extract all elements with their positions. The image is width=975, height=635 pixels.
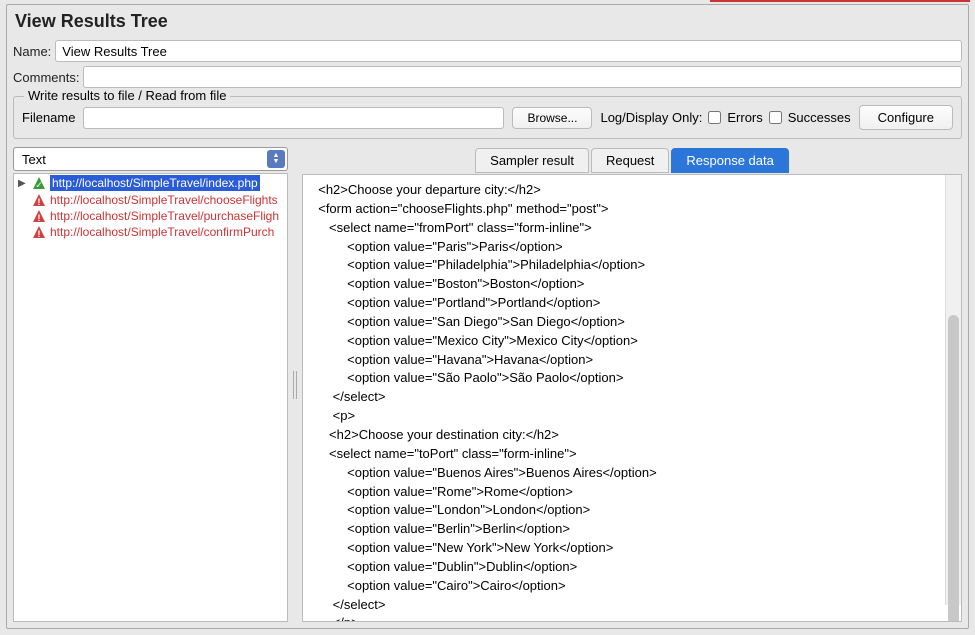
warning-icon: ! bbox=[32, 193, 46, 207]
errors-label: Errors bbox=[727, 110, 762, 125]
response-line: <option value="Dublin">Dublin</option> bbox=[311, 558, 953, 577]
response-line: <option value="Berlin">Berlin</option> bbox=[311, 520, 953, 539]
name-label: Name: bbox=[13, 44, 51, 59]
comments-row: Comments: bbox=[7, 64, 968, 90]
response-line: </select> bbox=[311, 388, 953, 407]
tree-item-label: http://localhost/SimpleTravel/index.php bbox=[50, 175, 260, 191]
combo-arrows-icon: ▲▼ bbox=[267, 150, 285, 168]
name-row: Name: bbox=[7, 38, 968, 64]
svg-text:!: ! bbox=[38, 197, 41, 207]
response-line: <option value="Buenos Aires">Buenos Aire… bbox=[311, 464, 953, 483]
split-area: Text ▲▼ ▶ ✓ http://localhost/SimpleTravel/… bbox=[13, 147, 962, 622]
tree-row[interactable]: ▶ ✓ http://localhost/SimpleTravel/index.ph… bbox=[14, 174, 287, 192]
right-panel: Sampler result Request Response data <h2… bbox=[302, 147, 962, 622]
configure-button[interactable]: Configure bbox=[859, 105, 953, 130]
page-title: View Results Tree bbox=[7, 5, 968, 38]
tab-sampler-result[interactable]: Sampler result bbox=[475, 148, 589, 173]
tree-item-label: http://localhost/SimpleTravel/chooseFlig… bbox=[50, 193, 278, 207]
response-line: </p> bbox=[311, 614, 953, 622]
response-line: <option value="São Paolo">São Paolo</opt… bbox=[311, 369, 953, 388]
fieldset-legend: Write results to file / Read from file bbox=[24, 88, 230, 103]
response-text-area[interactable]: <h2>Choose your departure city:</h2> <fo… bbox=[302, 174, 962, 622]
tree-row[interactable]: ! http://localhost/SimpleTravel/purchaseF… bbox=[14, 208, 287, 224]
name-input[interactable] bbox=[55, 40, 962, 62]
tree-row[interactable]: ! http://localhost/SimpleTravel/chooseFli… bbox=[14, 192, 287, 208]
scrollbar-thumb[interactable] bbox=[948, 315, 959, 622]
response-line: <option value="Paris">Paris</option> bbox=[311, 238, 953, 257]
warning-icon: ! bbox=[32, 209, 46, 223]
filename-input[interactable] bbox=[83, 107, 504, 129]
successes-checkbox[interactable] bbox=[769, 111, 782, 124]
tree-item-label: http://localhost/SimpleTravel/purchaseFl… bbox=[50, 209, 279, 223]
response-line: <h2>Choose your destination city:</h2> bbox=[311, 426, 953, 445]
log-display-group: Log/Display Only: Errors Successes bbox=[600, 110, 850, 125]
response-line: <option value="London">London</option> bbox=[311, 501, 953, 520]
tab-request[interactable]: Request bbox=[591, 148, 669, 173]
response-line: <option value="Cairo">Cairo</option> bbox=[311, 577, 953, 596]
response-line: <option value="Portland">Portland</optio… bbox=[311, 294, 953, 313]
response-line: <form action="chooseFlights.php" method=… bbox=[311, 200, 953, 219]
expand-arrow-icon[interactable]: ▶ bbox=[18, 178, 28, 189]
response-line: <option value="Mexico City">Mexico City<… bbox=[311, 332, 953, 351]
response-line: <h2>Choose your departure city:</h2> bbox=[311, 181, 953, 200]
response-line: <option value="Rome">Rome</option> bbox=[311, 483, 953, 502]
warning-icon: ! bbox=[32, 225, 46, 239]
filename-label: Filename bbox=[22, 110, 75, 125]
errors-checkbox[interactable] bbox=[708, 111, 721, 124]
svg-text:!: ! bbox=[38, 213, 41, 223]
svg-text:!: ! bbox=[38, 229, 41, 239]
tab-response-data[interactable]: Response data bbox=[671, 148, 788, 173]
logdisplay-label: Log/Display Only: bbox=[600, 110, 702, 125]
response-line: <select name="toPort" class="form-inline… bbox=[311, 445, 953, 464]
response-line: <select name="fromPort" class="form-inli… bbox=[311, 219, 953, 238]
results-tree[interactable]: ▶ ✓ http://localhost/SimpleTravel/index.ph… bbox=[13, 173, 288, 622]
tree-item-label: http://localhost/SimpleTravel/confirmPur… bbox=[50, 225, 274, 239]
top-accent-bar bbox=[710, 0, 970, 2]
vertical-scrollbar[interactable] bbox=[945, 175, 961, 605]
splitter-grip-icon bbox=[293, 371, 297, 399]
renderer-combo[interactable]: Text ▲▼ bbox=[13, 147, 288, 171]
svg-text:✓: ✓ bbox=[35, 180, 43, 190]
write-results-fieldset: Write results to file / Read from file F… bbox=[13, 96, 962, 139]
response-line: <option value="Philadelphia">Philadelphi… bbox=[311, 256, 953, 275]
renderer-combo-value: Text bbox=[22, 152, 46, 167]
response-line: <p> bbox=[311, 407, 953, 426]
comments-label: Comments: bbox=[13, 70, 79, 85]
response-line: <option value="San Diego">San Diego</opt… bbox=[311, 313, 953, 332]
response-line: <option value="New York">New York</optio… bbox=[311, 539, 953, 558]
tree-row[interactable]: ! http://localhost/SimpleTravel/confirmPu… bbox=[14, 224, 287, 240]
vertical-splitter[interactable] bbox=[292, 147, 298, 622]
response-line: <option value="Boston">Boston</option> bbox=[311, 275, 953, 294]
successes-label: Successes bbox=[788, 110, 851, 125]
tabs-row: Sampler result Request Response data bbox=[302, 147, 962, 172]
response-line: </select> bbox=[311, 596, 953, 615]
success-icon: ✓ bbox=[32, 176, 46, 190]
panel-container: View Results Tree Name: Comments: Write … bbox=[6, 4, 969, 629]
response-line: <option value="Havana">Havana</option> bbox=[311, 351, 953, 370]
left-panel: Text ▲▼ ▶ ✓ http://localhost/SimpleTravel/… bbox=[13, 147, 288, 622]
browse-button[interactable]: Browse... bbox=[512, 107, 592, 129]
comments-input[interactable] bbox=[83, 66, 962, 88]
